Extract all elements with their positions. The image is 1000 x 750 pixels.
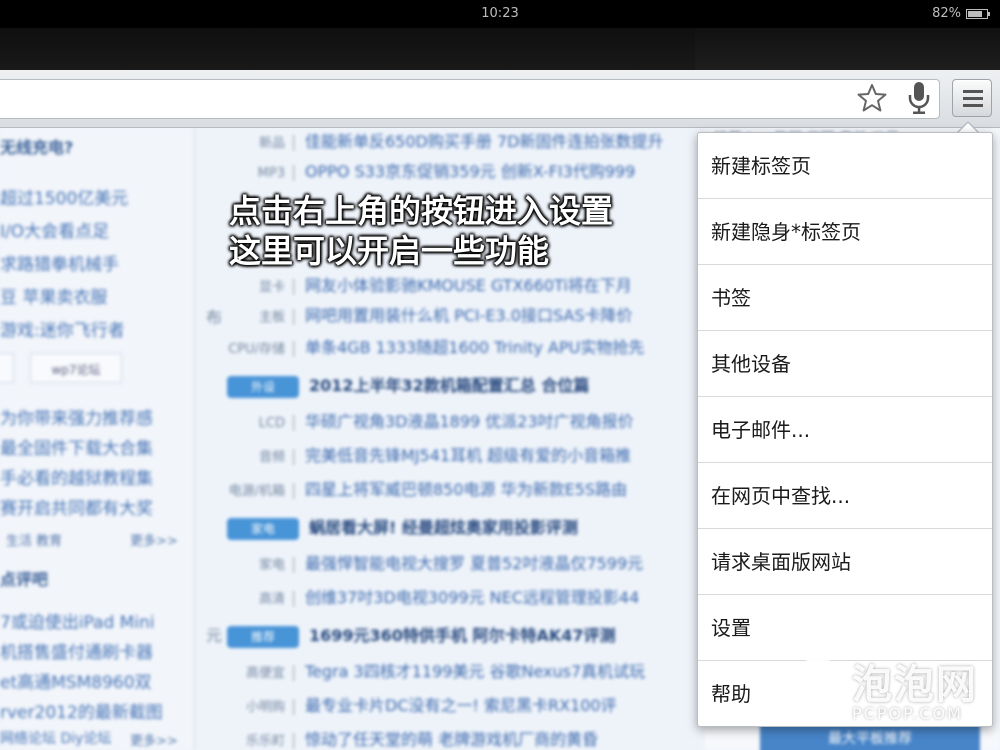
news-link[interactable]: 最专业卡片DC没有之一! 索尼黑卡RX100评 [305, 696, 617, 715]
news-category: 显卡 [258, 280, 285, 295]
tutorial-caption: 点击右上角的按钮进入设置 这里可以开启一些功能 [229, 191, 613, 271]
microphone-icon[interactable] [906, 81, 932, 115]
news-link[interactable]: 佳能新单反650D购买手册 7D新固件连拍张数提升 [305, 132, 663, 151]
news-link[interactable]: OPPO S33京东促销359元 创新X-FI3代购999 [305, 162, 635, 181]
news-link[interactable]: 最强悍智能电视大搜罗 夏普52吋液晶仅7599元 [305, 554, 643, 573]
news-link[interactable]: 网友小体验影驰KMOUSE GTX660Ti将在下月 [305, 276, 632, 295]
watermark-title: 泡泡网 [852, 662, 978, 708]
left-tab-wp7[interactable]: wp7论坛 [30, 353, 122, 383]
news-category: 小明购 [245, 700, 285, 715]
news-category: MP3 [257, 166, 285, 181]
news-link[interactable]: 网吧用置用装什么机 PCI-E3.0接口SAS卡降价 [305, 306, 633, 325]
hamburger-menu-icon [963, 90, 983, 93]
chrome-menu-dropdown: 新建标签页 新建隐身*标签页 书签 其他设备 电子邮件... 在网页中查找...… [697, 132, 993, 727]
caption-line-2: 这里可以开启一些功能 [229, 232, 550, 270]
news-category: 高便宜 [245, 666, 285, 681]
menu-item-bookmarks[interactable]: 书签 [698, 265, 992, 331]
edge-char: 元 [206, 626, 223, 645]
chrome-menu-button[interactable] [952, 79, 992, 117]
news-row[interactable]: 高便宜 | Tegra 3四核才1199美元 谷歌Nexus7真机试玩 [205, 658, 765, 684]
left-column: 无线充电? 超过1500亿美元 I/O大会看点足 求路猎拳机械手 豆 苹果卖衣服… [0, 128, 195, 750]
address-bar[interactable] [0, 79, 940, 119]
news-row[interactable]: 音频 | 完美低音先锋MJ541耳机 超级有爱的小音箱推 [205, 442, 765, 468]
battery-status: 82% [932, 6, 990, 21]
menu-item-find-in-page[interactable]: 在网页中查找... [698, 463, 992, 529]
list-item[interactable]: et高通MSM8960双 [0, 668, 152, 693]
news-row[interactable]: MP3 | OPPO S33京东促销359元 创新X-FI3代购999 [205, 158, 765, 184]
news-row[interactable]: 高清 | 创维37吋3D电视3099元 NEC远程管理投影44 [205, 584, 765, 610]
status-bar: 10:23 82% [0, 0, 1000, 28]
list-item[interactable]: 豆 苹果卖衣服 [0, 283, 107, 308]
category-badge: 推荐 [227, 626, 299, 648]
news-link[interactable]: 单条4GB 1333随超1600 Trinity APU实物抢先 [305, 338, 644, 357]
left-title: 无线充电? [0, 138, 74, 157]
news-row[interactable]: 电源/机箱 | 四星上将军威巴顿850电源 华为新款E5S路由 [205, 476, 765, 502]
menu-item-request-desktop-site[interactable]: 请求桌面版网站 [698, 529, 992, 595]
news-link[interactable]: Tegra 3四核才1199美元 谷歌Nexus7真机试玩 [305, 662, 645, 681]
news-category: 高清 [258, 592, 285, 607]
news-link[interactable]: 四星上将军威巴顿850电源 华为新款E5S路由 [305, 480, 627, 499]
list-item[interactable]: 为你带来强力推荐感 [0, 404, 153, 429]
feature-row[interactable]: 推荐 1699元360特供手机 阿尔卡特AK47评测 [205, 622, 765, 648]
tab-strip [0, 28, 1000, 70]
browser-toolbar [0, 70, 1000, 128]
news-link[interactable]: 华硕广视角3D液晶1899 优派23吋广视角报价 [305, 412, 634, 431]
news-row[interactable]: 显卡 | 网友小体验影驰KMOUSE GTX660Ti将在下月 [205, 272, 765, 298]
news-category: LCD [258, 416, 285, 431]
news-row[interactable]: 新品 | 佳能新单反650D购买手册 7D新固件连拍张数提升 [205, 128, 765, 154]
menu-item-email[interactable]: 电子邮件... [698, 397, 992, 463]
feature-headline[interactable]: 2012上半年32款机箱配置汇总 合位篇 [309, 376, 589, 395]
feature-row[interactable]: 外设 2012上半年32款机箱配置汇总 合位篇 [205, 372, 765, 398]
menu-item-new-incognito-tab[interactable]: 新建隐身*标签页 [698, 199, 992, 265]
list-item[interactable]: 手必看的越狱教程集 [0, 464, 153, 489]
pcpop-watermark: 泡泡网 PCPOP.COM [790, 652, 990, 732]
news-row[interactable]: LCD | 华硕广视角3D液晶1899 优派23吋广视角报价 [205, 408, 765, 434]
news-row[interactable]: 主板 | 网吧用置用装什么机 PCI-E3.0接口SAS卡降价 [205, 302, 765, 328]
news-row[interactable]: 小明购 | 最专业卡片DC没有之一! 索尼黑卡RX100评 [205, 692, 765, 718]
list-item[interactable]: 网络论坛 Diy论坛 [0, 728, 111, 748]
left-tab[interactable] [0, 353, 14, 383]
status-time: 10:23 [481, 6, 519, 21]
list-item[interactable]: 求路猎拳机械手 [0, 250, 119, 275]
menu-item-other-devices[interactable]: 其他设备 [698, 331, 992, 397]
pcpop-logo-icon [790, 658, 846, 714]
news-category: CPU/存储 [228, 342, 285, 357]
feature-headline[interactable]: 1699元360特供手机 阿尔卡特AK47评测 [309, 626, 616, 645]
battery-icon [966, 8, 990, 19]
watermark-url: PCPOP.COM [852, 704, 963, 723]
feature-row[interactable]: 家电 蜗居看大屏! 经曼超炫奥家用投影评测 [205, 514, 765, 540]
category-badge: 家电 [227, 518, 299, 540]
list-item[interactable]: I/O大会看点足 [0, 217, 109, 242]
section-title: 点评吧 [0, 570, 49, 589]
category-links[interactable]: 生活 教育 [6, 530, 62, 549]
star-icon[interactable] [856, 82, 888, 114]
more-link[interactable]: 更多>> [130, 530, 178, 549]
news-link[interactable]: 完美低音先锋MJ541耳机 超级有爱的小音箱推 [305, 446, 631, 465]
news-link[interactable]: 创维37吋3D电视3099元 NEC远程管理投影44 [305, 588, 639, 607]
news-category: 新品 [258, 136, 285, 151]
caption-line-1: 点击右上角的按钮进入设置 [229, 192, 614, 230]
news-row[interactable]: 家电 | 最强悍智能电视大搜罗 夏普52吋液晶仅7599元 [205, 550, 765, 576]
browser-tab[interactable] [0, 28, 695, 70]
news-link[interactable]: 惊动了任天堂的萌 老牌游戏机厂商的黄昏 [305, 730, 598, 749]
menu-item-new-tab[interactable]: 新建标签页 [698, 133, 992, 199]
more-link[interactable]: 更多>> [130, 730, 178, 749]
list-item[interactable]: 机搭售盛付通刷卡器 [0, 638, 153, 663]
news-category: 乐乐町 [245, 734, 285, 749]
list-item[interactable]: 7或迫使出iPad Mini [0, 608, 155, 633]
news-row[interactable]: CPU/存储 | 单条4GB 1333随超1600 Trinity APU实物抢先 [205, 334, 765, 360]
news-category: 电源/机箱 [228, 484, 285, 499]
feature-headline[interactable]: 蜗居看大屏! 经曼超炫奥家用投影评测 [309, 518, 578, 537]
list-item[interactable]: 游戏:迷你飞行者 [0, 316, 125, 341]
news-row[interactable]: 乐乐町 | 惊动了任天堂的萌 老牌游戏机厂商的黄昏 [205, 726, 765, 750]
news-category: 音频 [258, 450, 285, 465]
list-item[interactable]: 超过1500亿美元 [0, 184, 128, 209]
edge-char: 布 [206, 308, 223, 327]
category-badge: 外设 [227, 376, 299, 398]
list-item[interactable]: rver2012的最新截图 [0, 698, 163, 723]
list-item[interactable]: 赛开启共同都有大奖 [0, 494, 153, 519]
battery-percent: 82% [932, 6, 961, 21]
list-item[interactable]: 最全固件下载大合集 [0, 434, 153, 459]
news-category: 家电 [258, 558, 285, 573]
